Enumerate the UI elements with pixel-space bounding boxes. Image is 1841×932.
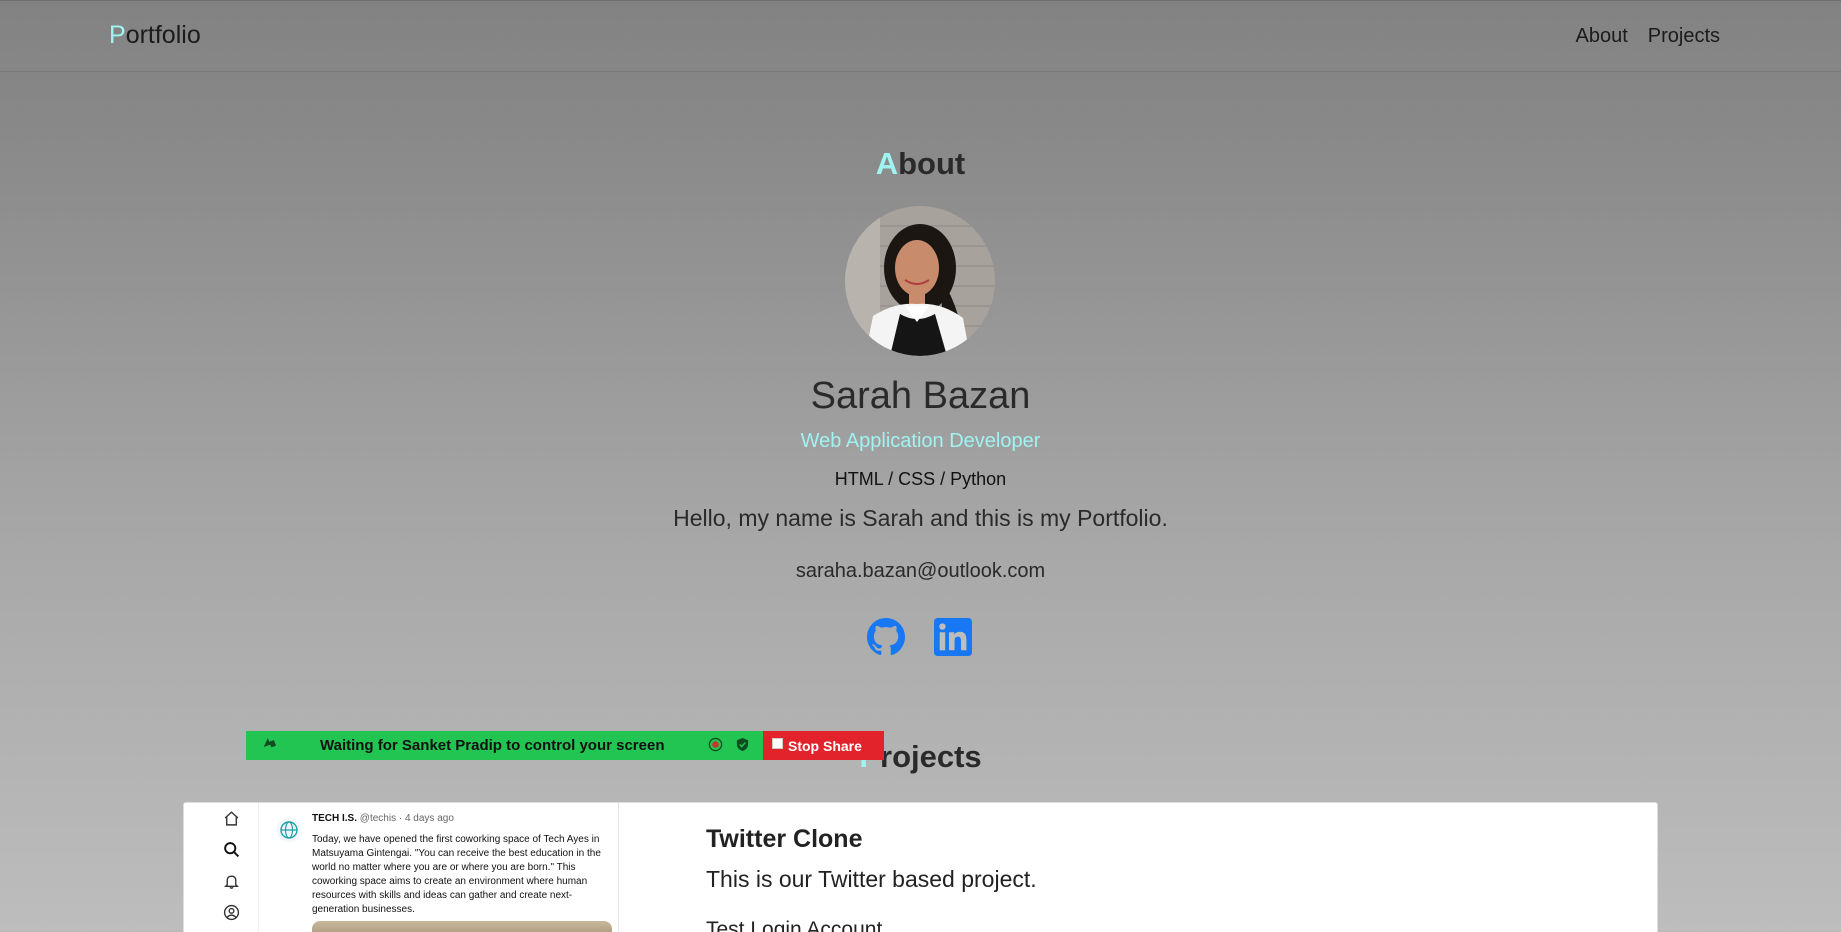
- globe-icon: [276, 817, 302, 843]
- tweet-image: [312, 921, 612, 932]
- screen-share-status[interactable]: Waiting for Sanket Pradip to control you…: [246, 731, 763, 760]
- tweet-account-meta: @techis · 4 days ago: [359, 813, 454, 824]
- thumb-sidebar: [184, 803, 259, 932]
- profile-email[interactable]: saraha.bazan@outlook.com: [0, 560, 1841, 583]
- stop-share-button[interactable]: Stop Share: [763, 731, 884, 760]
- project-title: Twitter Clone: [706, 825, 863, 853]
- nav-links: About Projects: [1575, 25, 1720, 48]
- about-title: About: [0, 146, 1841, 182]
- tweet-header: TECH I.S. @techis · 4 days ago: [312, 813, 454, 824]
- profile-skills: HTML / CSS / Python: [834, 469, 1007, 489]
- tweet-account-name: TECH I.S.: [312, 813, 358, 824]
- brand-logo[interactable]: Portfolio: [109, 21, 201, 50]
- navbar: Portfolio About Projects: [0, 0, 1841, 72]
- home-icon: [224, 811, 239, 826]
- social-links: [867, 618, 972, 656]
- stop-square-icon: [772, 738, 783, 749]
- project-thumbnail[interactable]: TECH I.S. @techis · 4 days ago Today, we…: [184, 803, 619, 932]
- nav-link-projects[interactable]: Projects: [1648, 25, 1720, 48]
- brand-initial: P: [109, 21, 126, 49]
- search-icon: [224, 842, 240, 858]
- profile-icon: [223, 904, 240, 921]
- brand-rest: ortfolio: [125, 21, 201, 49]
- remote-control-icon[interactable]: [708, 737, 723, 752]
- about-title-rest: bout: [898, 146, 966, 181]
- bell-icon: [223, 875, 240, 889]
- project-login-label: Test Login Account: [706, 918, 883, 932]
- stop-share-label: Stop Share: [788, 737, 862, 754]
- projects-title-rest: rojects: [880, 739, 982, 774]
- tweet-text: Today, we have opened the first coworkin…: [312, 834, 601, 915]
- project-description: This is our Twitter based project.: [706, 866, 1037, 892]
- github-icon[interactable]: [867, 618, 905, 656]
- profile-name: Sarah Bazan: [810, 375, 1031, 417]
- avatar: [845, 206, 995, 356]
- screen-share-message: Waiting for Sanket Pradip to control you…: [320, 737, 665, 754]
- profile-intro: Hello, my name is Sarah and this is my P…: [673, 505, 1168, 531]
- about-title-initial: A: [875, 146, 899, 181]
- profile-role: Web Application Developer: [800, 430, 1041, 452]
- screen-share-bar: Waiting for Sanket Pradip to control you…: [246, 731, 884, 760]
- project-card[interactable]: TECH I.S. @techis · 4 days ago Today, we…: [183, 802, 1658, 932]
- nav-link-about[interactable]: About: [1575, 25, 1627, 48]
- drag-handle-icon[interactable]: [261, 736, 277, 752]
- linkedin-icon[interactable]: [934, 618, 972, 656]
- shield-check-icon[interactable]: [735, 737, 750, 752]
